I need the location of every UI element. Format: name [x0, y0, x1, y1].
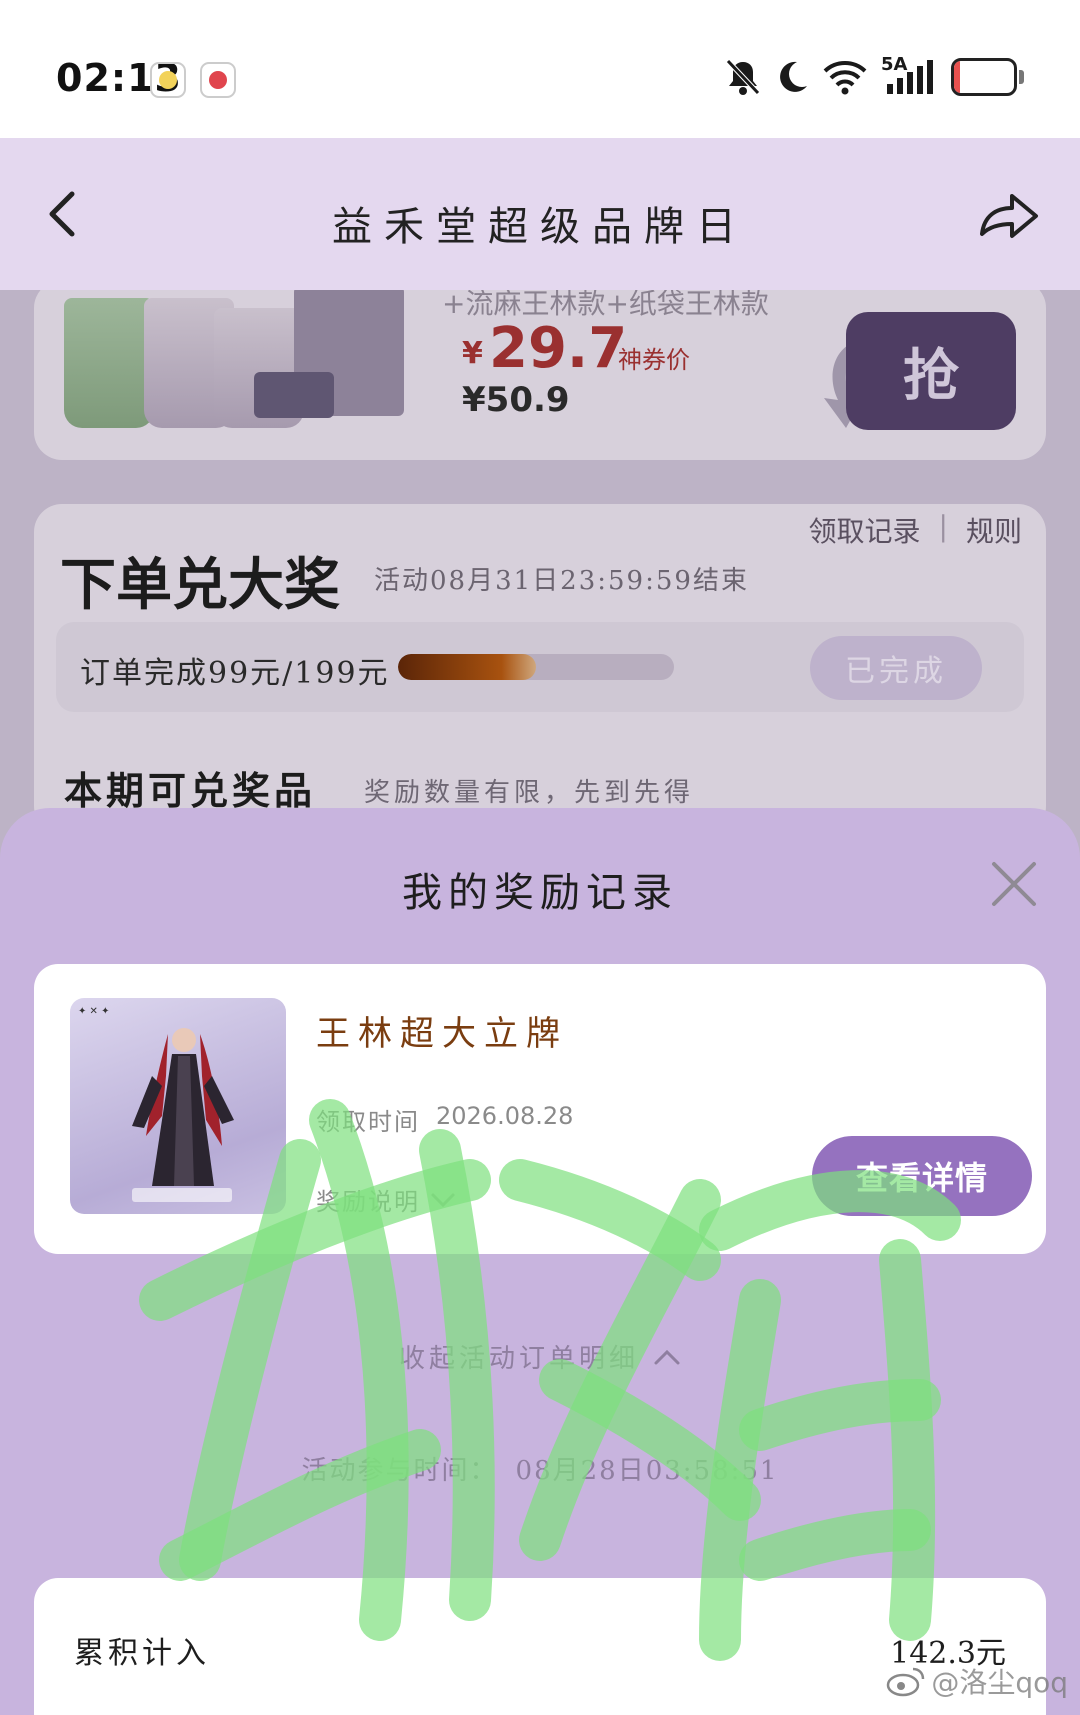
mute-bell-icon — [726, 59, 760, 95]
collapse-label: 收起活动订单明细 — [398, 1344, 639, 1374]
reward-section: 领取记录 | 规则 下单兑大奖 活动08月31日23:59:59结束 订单完成9… — [34, 504, 1046, 834]
brand-logo: ✦ ✕ ✦ — [78, 1006, 110, 1017]
product-card: +流麻王林款+纸袋王林款 ¥ 29.7 神券价 ¥50.9 抢 — [34, 290, 1046, 460]
prize-title: 本期可兑奖品 — [64, 769, 317, 813]
accumulated-label: 累积计入 — [74, 1636, 210, 1671]
reward-description-label: 奖励说明 — [316, 1188, 420, 1216]
nav-header: 益禾堂超级品牌日 — [0, 138, 1080, 290]
collapse-order-details[interactable]: 收起活动订单明细 — [0, 1338, 1080, 1375]
prize-image: ✦ ✕ ✦ — [70, 998, 286, 1214]
status-icons: 5A 10 — [725, 54, 1024, 96]
battery-level: 10 — [967, 63, 1001, 91]
notification-app-icon — [200, 62, 236, 98]
progress-bar — [398, 654, 674, 680]
watermark-text: @洛尘qoq — [931, 1666, 1068, 1699]
character-figure — [132, 1028, 234, 1186]
claim-time-label: 领取时间 — [316, 1108, 420, 1136]
reward-period: 活动08月31日23:59:59结束 — [374, 566, 749, 596]
join-time: 活动参与时间： 08月28日03:58:51 — [0, 1450, 1080, 1487]
share-arrow-icon[interactable] — [974, 182, 1044, 246]
progress-label: 订单完成99元/199元 — [80, 656, 390, 691]
page-title: 益禾堂超级品牌日 — [332, 204, 748, 250]
view-details-button[interactable]: 查看详情 — [812, 1136, 1032, 1216]
battery-icon: 10 — [951, 58, 1017, 96]
completed-button[interactable]: 已完成 — [810, 636, 982, 700]
chevron-down-icon — [431, 1193, 455, 1207]
product-image — [54, 290, 434, 440]
product-price: 29.7 — [489, 316, 628, 381]
moon-icon — [780, 61, 807, 92]
reward-records-sheet: 我的奖励记录 ✦ ✕ ✦ 王林超大立牌 领取时间 2026.08.28 奖励说明 — [0, 808, 1080, 1715]
reward-links: 领取记录 | 规则 — [809, 510, 1022, 550]
prize-note: 奖励数量有限，先到先得 — [364, 778, 695, 808]
grab-button[interactable]: 抢 — [846, 312, 1016, 430]
sheet-title: 我的奖励记录 — [402, 870, 678, 916]
weibo-watermark: @洛尘qoq — [885, 1661, 1068, 1701]
close-icon[interactable] — [988, 858, 1040, 910]
records-link[interactable]: 领取记录 — [809, 510, 921, 550]
reward-title: 下单兑大奖 — [60, 553, 340, 618]
link-separator: | — [938, 510, 948, 543]
progress-fill — [398, 654, 536, 680]
join-time-label: 活动参与时间： — [301, 1456, 498, 1486]
reward-description-toggle[interactable]: 奖励说明 — [316, 1182, 456, 1217]
original-price: ¥50.9 — [462, 380, 570, 420]
status-bar: 02:13 5A 10 — [0, 0, 1080, 138]
claim-time-value: 2026.08.28 — [436, 1102, 574, 1130]
weibo-logo-icon — [887, 1667, 925, 1697]
rules-link[interactable]: 规则 — [966, 510, 1022, 550]
chevron-up-icon — [654, 1349, 680, 1364]
price-symbol: ¥ — [462, 336, 483, 371]
order-progress: 订单完成99元/199元 已完成 — [56, 622, 1024, 712]
wifi-icon — [823, 61, 867, 95]
cell-signal-icon: 5A — [881, 54, 937, 96]
prize-name: 王林超大立牌 — [316, 1014, 568, 1054]
notification-app-icon — [150, 62, 186, 98]
join-time-value: 08月28日03:58:51 — [515, 1456, 779, 1486]
price-tag: 神券价 — [618, 346, 690, 374]
reward-record-card: ✦ ✕ ✦ 王林超大立牌 领取时间 2026.08.28 奖励说明 查看详情 — [34, 964, 1046, 1254]
